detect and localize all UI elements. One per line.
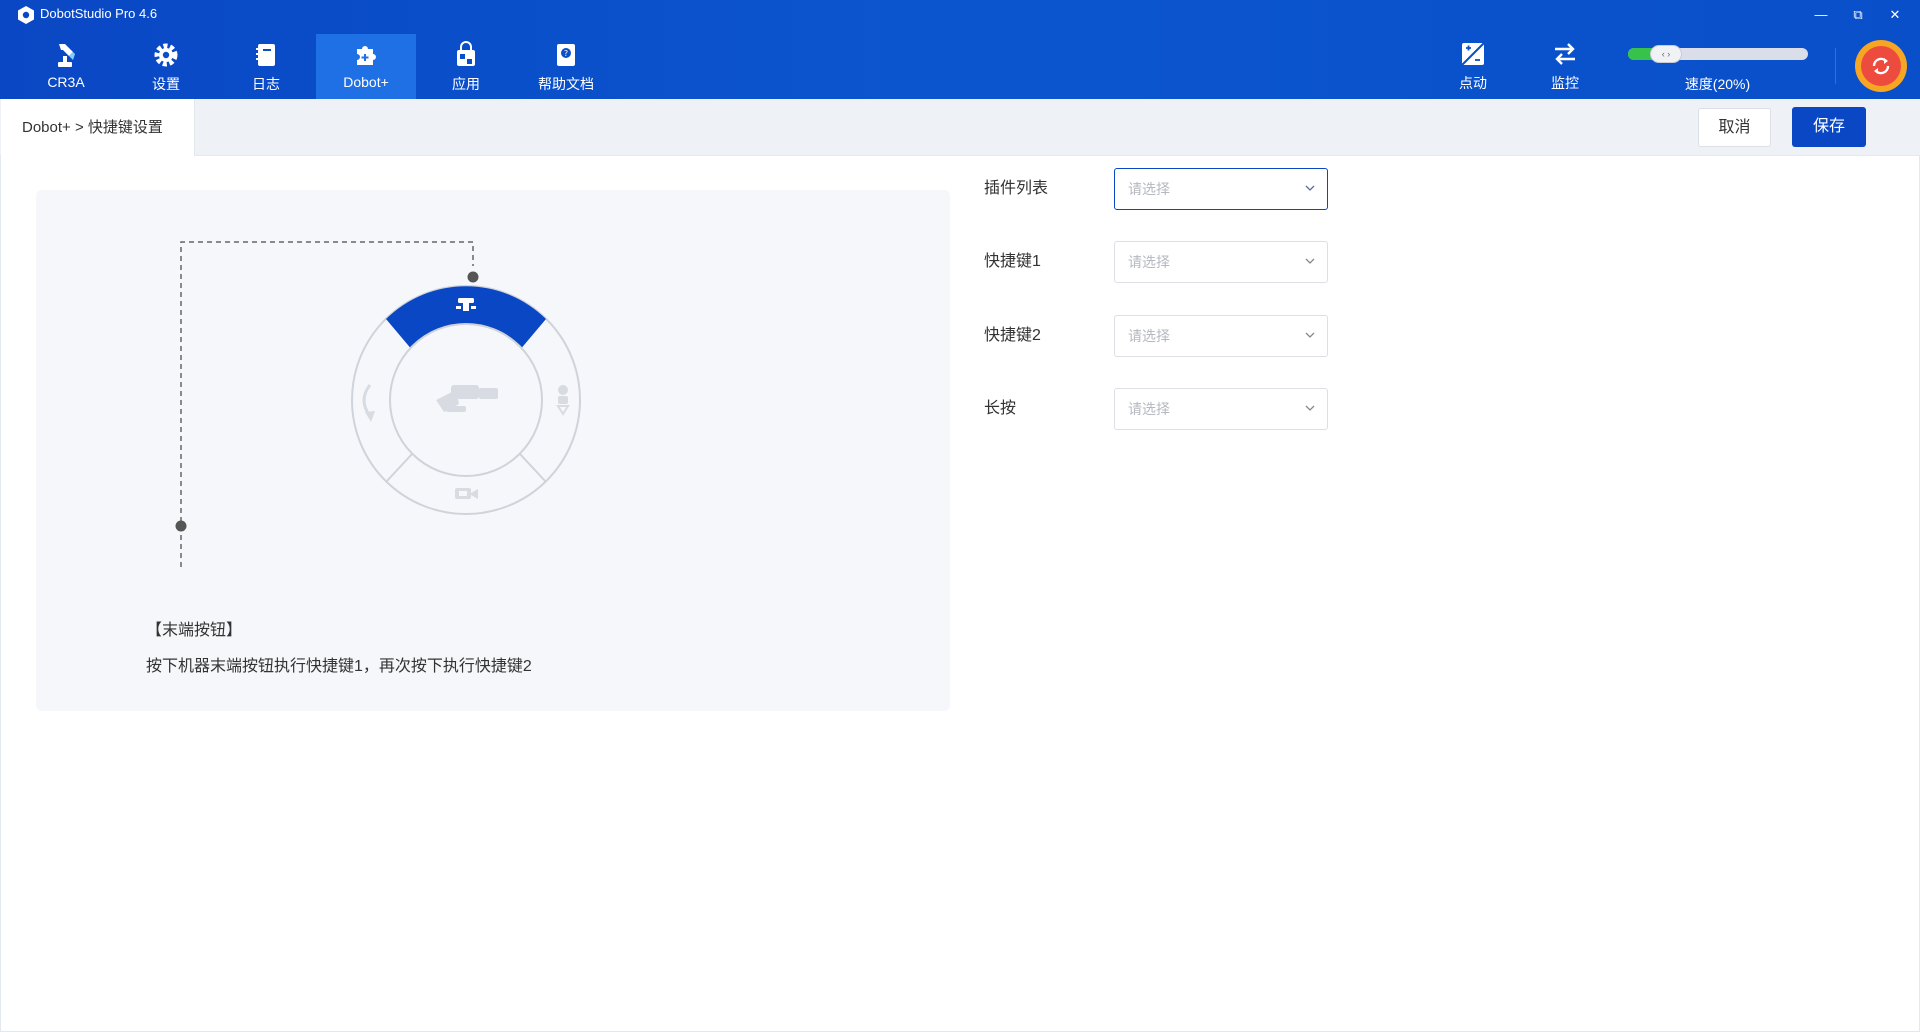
nav-item-apps[interactable]: 应用 — [416, 34, 516, 99]
plugin-list-select[interactable]: 请选择 — [1114, 168, 1328, 210]
monitor-button[interactable]: 监控 — [1530, 40, 1600, 96]
inner-ring — [389, 323, 543, 477]
nav-item-dobot-plus[interactable]: Dobot+ — [316, 34, 416, 99]
end-effector-diagram — [175, 241, 581, 570]
page-header: Dobot+ > 快捷键设置 取消 保存 — [0, 99, 1920, 156]
chevron-down-icon — [1305, 258, 1315, 264]
breadcrumb: Dobot+ > 快捷键设置 — [1, 99, 195, 156]
svg-text:?: ? — [564, 49, 568, 58]
app-title: DobotStudio Pro 4.6 — [40, 6, 158, 21]
jog-label: 点动 — [1459, 75, 1487, 91]
nav-item-help-docs[interactable]: ? 帮助文档 — [516, 34, 616, 99]
monitor-label: 监控 — [1551, 75, 1579, 91]
jog-icon — [1461, 42, 1485, 66]
select-placeholder: 请选择 — [1128, 181, 1170, 197]
form-row-long-press: 长按 请选择 — [984, 388, 1384, 430]
jog-button[interactable]: 点动 — [1438, 40, 1508, 96]
nav-item-cr3a[interactable]: CR3A — [16, 34, 116, 99]
description-title: 【末端按钮】 — [146, 622, 243, 639]
nav-label: 日志 — [252, 76, 280, 92]
title-bar: DobotStudio Pro 4.6 — ⧉ ✕ — [0, 0, 1920, 30]
chevron-down-icon — [1305, 185, 1315, 191]
restore-button[interactable]: ⧉ — [1843, 4, 1873, 26]
nav-label: CR3A — [47, 74, 85, 90]
toolbar-divider — [1835, 48, 1836, 84]
shortcut1-select[interactable]: 请选择 — [1114, 241, 1328, 283]
main-content: 【末端按钮】 按下机器末端按钮执行快捷键1，再次按下执行快捷键2 插件列表 请选… — [0, 156, 1920, 1032]
main-nav: CR3A 设置 日志 Dobot+ 应用 ? 帮助文档 — [16, 34, 616, 99]
minimize-button[interactable]: — — [1806, 4, 1836, 26]
gear-icon — [154, 43, 178, 67]
speed-control: ‹ › 速度(20%) — [1625, 44, 1810, 96]
chevron-down-icon — [1305, 332, 1315, 338]
speed-label: 速度(20%) — [1684, 76, 1751, 92]
description-text: 按下机器末端按钮执行快捷键1，再次按下执行快捷键2 — [146, 658, 532, 675]
shortcut2-label: 快捷键2 — [984, 327, 1041, 344]
form-row-shortcut2: 快捷键2 请选择 — [984, 315, 1384, 357]
swap-arrows-icon — [1555, 43, 1575, 65]
refresh-power-icon — [1872, 57, 1890, 75]
app-logo-icon — [18, 6, 34, 24]
end-button-panel: 【末端按钮】 按下机器末端按钮执行快捷键1，再次按下执行快捷键2 — [36, 190, 950, 711]
leader-end-dot — [467, 271, 479, 283]
nav-label: 帮助文档 — [538, 76, 594, 92]
speed-slider[interactable]: ‹ › — [1628, 45, 1808, 63]
form-row-plugin-list: 插件列表 请选择 — [984, 168, 1384, 210]
select-placeholder: 请选择 — [1128, 254, 1170, 270]
speed-slider-thumb[interactable]: ‹ › — [1650, 45, 1682, 63]
robot-arm-icon — [58, 44, 75, 67]
app-bag-icon — [457, 41, 475, 66]
plugin-list-label: 插件列表 — [984, 180, 1049, 197]
form-row-shortcut1: 快捷键1 请选择 — [984, 241, 1384, 283]
save-button[interactable]: 保存 — [1792, 107, 1866, 147]
shortcut2-select[interactable]: 请选择 — [1114, 315, 1328, 357]
power-icon-bg — [1861, 46, 1901, 86]
select-placeholder: 请选择 — [1128, 401, 1170, 417]
nav-label: 设置 — [152, 76, 180, 92]
nav-item-settings[interactable]: 设置 — [116, 34, 216, 99]
cancel-button[interactable]: 取消 — [1698, 108, 1771, 147]
shortcut1-label: 快捷键1 — [984, 253, 1041, 270]
puzzle-icon — [357, 46, 376, 65]
chevron-down-icon — [1305, 405, 1315, 411]
nav-item-log[interactable]: 日志 — [216, 34, 316, 99]
nav-label: 应用 — [452, 76, 480, 92]
close-button[interactable]: ✕ — [1880, 4, 1910, 26]
long-press-label: 长按 — [984, 400, 1017, 417]
top-toolbar: DobotStudio Pro 4.6 — ⧉ ✕ CR3A 设置 日志 Dob… — [0, 0, 1920, 99]
log-book-icon — [256, 44, 275, 66]
select-placeholder: 请选择 — [1128, 328, 1170, 344]
leader-start-dot — [175, 520, 187, 532]
help-doc-icon: ? — [557, 44, 575, 66]
power-button[interactable] — [1855, 40, 1907, 92]
long-press-select[interactable]: 请选择 — [1114, 388, 1328, 430]
nav-label: Dobot+ — [343, 74, 389, 90]
